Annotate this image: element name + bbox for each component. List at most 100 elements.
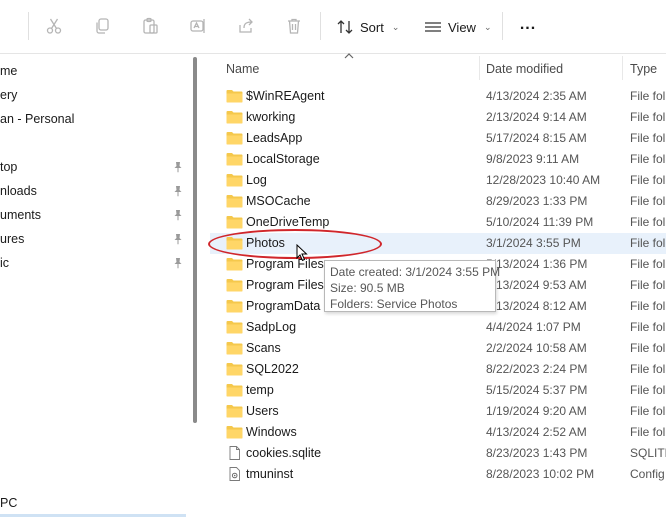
file-name: cookies.sqlite [246, 446, 322, 460]
file-type: File fol [630, 110, 666, 124]
tooltip-folders: Folders: Service Photos [330, 297, 458, 311]
sidebar-item-pictures[interactable]: ures [0, 229, 24, 249]
sidebar-item-documents[interactable]: uments [0, 205, 41, 225]
paste-icon[interactable] [140, 16, 160, 36]
file-row[interactable]: Log 12/28/2023 10:40 AM File fol [210, 170, 666, 191]
pin-icon [172, 257, 184, 269]
chevron-down-icon: ⌄ [391, 21, 400, 32]
tooltip-size: Size: 90.5 MB [330, 281, 405, 295]
toolbar-divider [502, 12, 503, 40]
file-type: Config [630, 467, 665, 481]
sidebar-item-home[interactable]: me [0, 61, 17, 81]
file-type: File fol [630, 320, 666, 334]
sidebar-item-onedrive-personal[interactable]: an - Personal [0, 109, 74, 129]
file-row[interactable]: kworking 2/13/2024 9:14 AM File fol [210, 107, 666, 128]
sidebar-item-downloads[interactable]: nloads [0, 181, 37, 201]
file-name: ProgramData [246, 299, 321, 313]
file-date-modified: 5/13/2024 9:53 AM [486, 278, 587, 292]
file-date-modified: 4/13/2024 2:35 AM [486, 89, 587, 103]
folder-icon [226, 89, 243, 103]
more-options-button[interactable]: ... [516, 17, 540, 37]
folder-icon [226, 278, 243, 292]
file-name: temp [246, 383, 274, 397]
pin-icon [172, 161, 184, 173]
file-type: File fol [630, 341, 666, 355]
view-label: View [448, 19, 476, 35]
file-type: File fol [630, 215, 666, 229]
file-row[interactable]: Windows 4/13/2024 2:52 AM File fol [210, 422, 666, 443]
file-name: Program Files ( [246, 278, 332, 292]
view-button[interactable]: View ⌄ [424, 14, 492, 40]
rename-icon[interactable] [188, 16, 208, 36]
pin-icon [172, 209, 184, 221]
file-row[interactable]: Scans 2/2/2024 10:58 AM File fol [210, 338, 666, 359]
column-divider[interactable] [622, 56, 623, 80]
file-row[interactable]: $WinREAgent 4/13/2024 2:35 AM File fol [210, 86, 666, 107]
sidebar-selection-indicator [0, 514, 186, 517]
file-date-modified: 4/13/2024 2:52 AM [486, 425, 587, 439]
command-bar: Sort ⌄ View ⌄ ... [0, 0, 666, 54]
file-row[interactable]: LeadsApp 5/17/2024 8:15 AM File fol [210, 128, 666, 149]
file-name: tmuninst [246, 467, 294, 481]
column-header-type[interactable]: Type [630, 60, 657, 78]
sidebar-item-music[interactable]: ic [0, 253, 9, 273]
sort-button[interactable]: Sort ⌄ [336, 14, 399, 40]
file-row[interactable]: MSOCache 8/29/2023 1:33 PM File fol [210, 191, 666, 212]
folder-icon [226, 152, 243, 166]
file-row[interactable]: SadpLog 4/4/2024 1:07 PM File fol [210, 317, 666, 338]
file-name: Windows [246, 425, 297, 439]
folder-icon [226, 215, 243, 229]
folder-icon [226, 257, 243, 271]
file-row[interactable]: LocalStorage 9/8/2023 9:11 AM File fol [210, 149, 666, 170]
sidebar-scrollbar[interactable] [193, 57, 197, 423]
file-date-modified: 2/2/2024 10:58 AM [486, 341, 587, 355]
column-divider[interactable] [479, 56, 480, 80]
toolbar-divider [28, 12, 29, 40]
file-type: File fol [630, 278, 666, 292]
folder-icon [226, 173, 243, 187]
column-header-name[interactable]: Name [226, 60, 259, 78]
sidebar-item-gallery[interactable]: ery [0, 85, 17, 105]
tooltip-date-created: Date created: 3/1/2024 3:55 PM [330, 265, 501, 279]
folder-icon [226, 404, 243, 418]
file-icon [226, 446, 243, 460]
file-row[interactable]: SQL2022 8/22/2023 2:24 PM File fol [210, 359, 666, 380]
file-date-modified: 4/4/2024 1:07 PM [486, 320, 581, 334]
file-name: SadpLog [246, 320, 297, 334]
cut-icon[interactable] [44, 16, 64, 36]
file-date-modified: 5/10/2024 11:39 PM [486, 215, 594, 229]
file-type: File fol [630, 194, 666, 208]
delete-icon[interactable] [284, 16, 304, 36]
config-file-icon [226, 467, 243, 481]
file-date-modified: 8/28/2023 10:02 PM [486, 467, 595, 481]
folder-icon [226, 341, 243, 355]
file-name: SQL2022 [246, 362, 299, 376]
folder-icon [226, 110, 243, 124]
file-name: $WinREAgent [246, 89, 325, 103]
sidebar-item-desktop[interactable]: top [0, 157, 17, 177]
file-type: File fol [630, 404, 666, 418]
file-name: Users [246, 404, 279, 418]
file-row[interactable]: cookies.sqlite 8/23/2023 1:43 PM SQLITE [210, 443, 666, 464]
file-row[interactable]: tmuninst 8/28/2023 10:02 PM Config [210, 464, 666, 485]
file-name: MSOCache [246, 194, 311, 208]
share-icon[interactable] [236, 16, 256, 36]
mouse-cursor-icon [296, 244, 308, 262]
file-type: SQLITE [630, 446, 666, 460]
file-name: Log [246, 173, 267, 187]
chevron-down-icon: ⌄ [483, 21, 492, 32]
file-name: LocalStorage [246, 152, 320, 166]
sidebar-item-this-pc[interactable]: PC [0, 493, 17, 513]
file-row[interactable]: Users 1/19/2024 9:20 AM File fol [210, 401, 666, 422]
file-type: File fol [630, 236, 666, 250]
pin-icon [172, 185, 184, 197]
copy-icon[interactable] [92, 16, 112, 36]
sort-label: Sort [360, 19, 384, 35]
file-type: File fol [630, 173, 666, 187]
file-type: File fol [630, 131, 666, 145]
column-header-date-modified[interactable]: Date modified [486, 60, 563, 78]
file-type: File fol [630, 299, 666, 313]
file-row[interactable]: temp 5/15/2024 5:37 PM File fol [210, 380, 666, 401]
folder-icon [226, 194, 243, 208]
file-type: File fol [630, 257, 666, 271]
